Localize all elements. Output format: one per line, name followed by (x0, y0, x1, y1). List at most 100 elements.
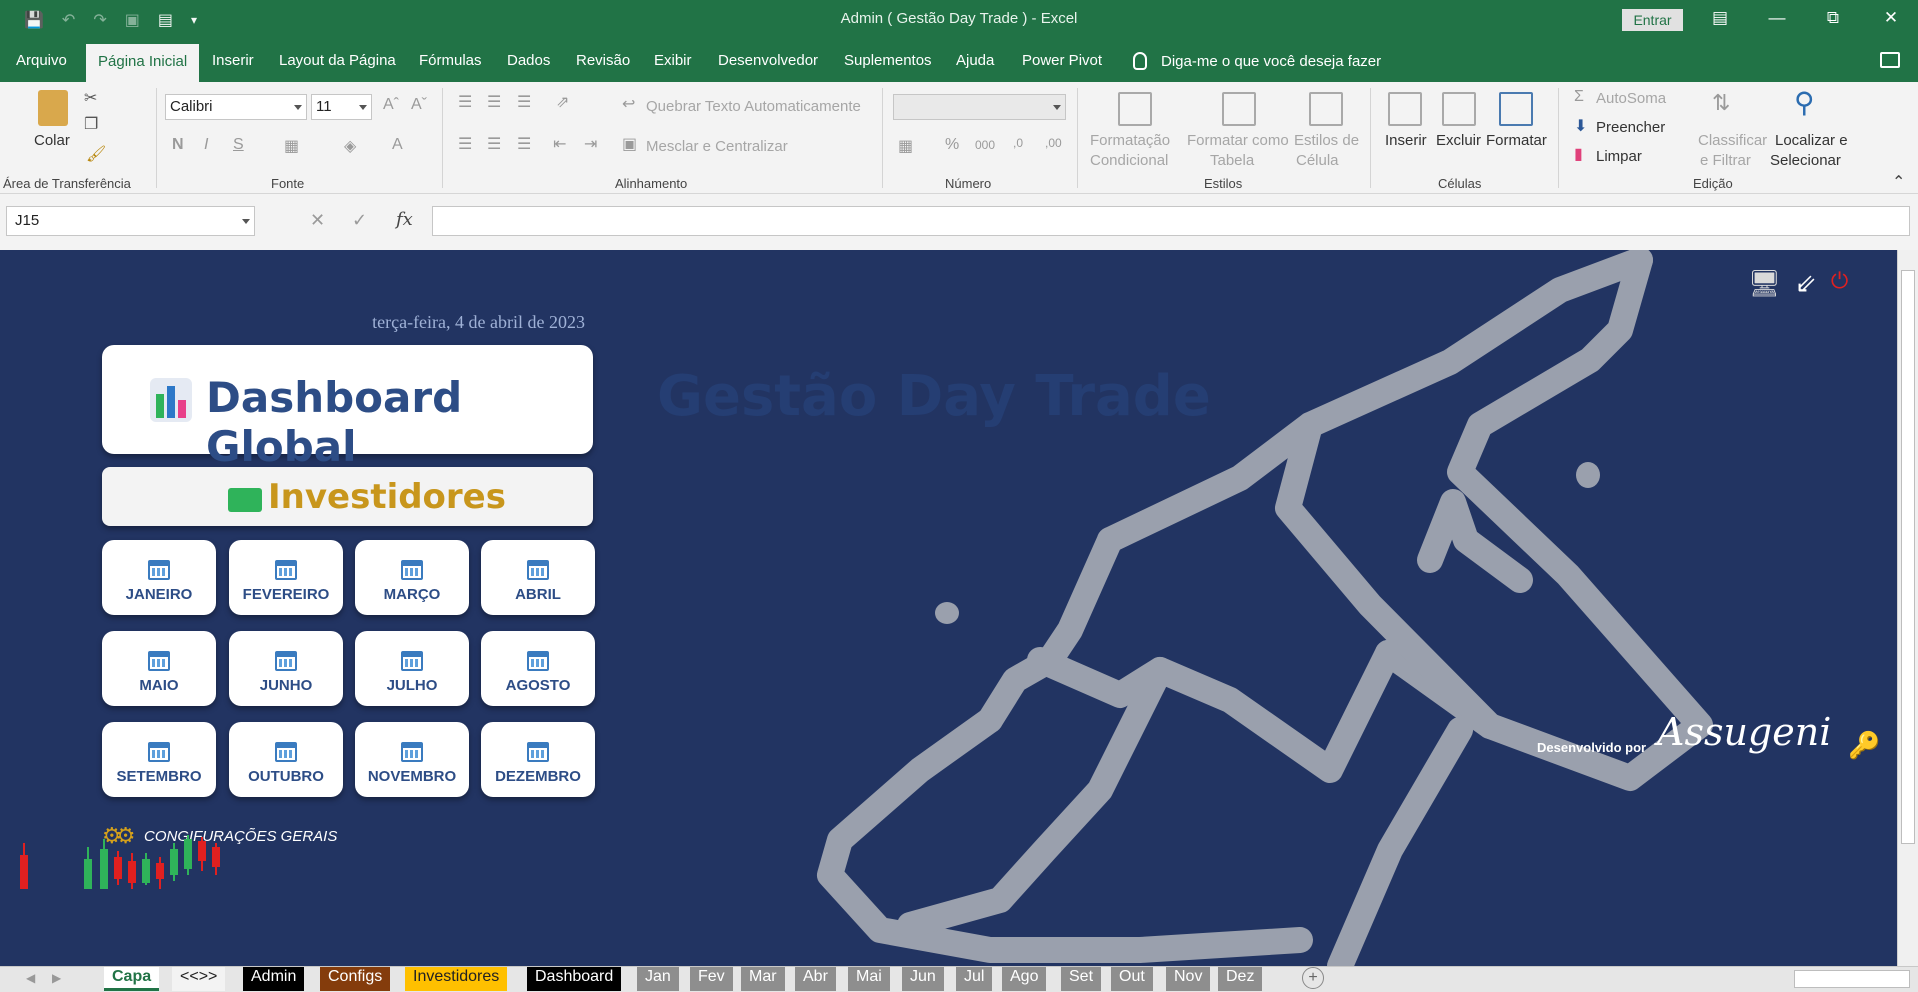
sheet-tab-investidores[interactable]: Investidores (405, 967, 508, 991)
horizontal-scrollbar[interactable] (1794, 970, 1910, 988)
cell-styles-button[interactable]: Estilos de (1294, 132, 1359, 149)
increase-font-icon[interactable]: Aˆ (383, 96, 399, 114)
fill-down-icon[interactable]: ⬇ (1574, 116, 1587, 136)
month-button-abril[interactable]: ABRIL (481, 540, 595, 615)
fill-button[interactable]: Preencher (1596, 119, 1665, 136)
tab-power-pivot[interactable]: Power Pivot (1022, 52, 1102, 69)
scroll-thumb[interactable] (1901, 270, 1915, 844)
sheet-tab-capa[interactable]: Capa (104, 967, 160, 991)
month-button-fevereiro[interactable]: FEVEREIRO (229, 540, 343, 615)
align-bottom-icon[interactable]: ☰ (517, 92, 531, 112)
autosum-button[interactable]: AutoSoma (1596, 90, 1666, 107)
sort-filter-button[interactable]: Classificar (1698, 132, 1767, 149)
align-top-icon[interactable]: ☰ (458, 92, 472, 112)
increase-indent-icon[interactable]: ⇥ (584, 134, 597, 154)
wrap-text-button[interactable]: Quebrar Texto Automaticamente (646, 98, 861, 115)
name-box[interactable]: J15 (6, 206, 255, 236)
formula-input[interactable] (432, 206, 1910, 236)
font-color-icon[interactable]: A (392, 136, 403, 154)
month-button-julho[interactable]: JULHO (355, 631, 469, 706)
ribbon-display-icon[interactable]: ▤ (1705, 8, 1735, 28)
add-sheet-icon[interactable]: + (1302, 967, 1324, 989)
next-sheet-icon[interactable]: ▶ (52, 971, 61, 985)
orientation-icon[interactable]: ⇗ (556, 92, 569, 112)
bold-icon[interactable]: N (172, 136, 184, 154)
wrap-text-icon[interactable]: ↩ (622, 94, 635, 114)
month-button-janeiro[interactable]: JANEIRO (102, 540, 216, 615)
percent-icon[interactable]: % (945, 136, 959, 154)
align-right-icon[interactable]: ☰ (517, 134, 531, 154)
tab-ajuda[interactable]: Ajuda (956, 52, 994, 69)
paste-icon[interactable] (38, 90, 68, 126)
conditional-format-button[interactable]: Formatação (1090, 132, 1170, 149)
monitor-icon[interactable]: 🖥 (1748, 268, 1781, 299)
sheet-tab-abr[interactable]: Abr (795, 967, 836, 991)
month-button-setembro[interactable]: SETEMBRO (102, 722, 216, 797)
copy-icon[interactable]: ❐ (84, 114, 98, 134)
sheet-tab-separator[interactable]: <<>> (172, 967, 226, 991)
sheet-tab-out[interactable]: Out (1111, 967, 1153, 991)
borders-icon[interactable]: ▦ (284, 136, 299, 156)
confirm-entry-icon[interactable]: ✓ (352, 210, 367, 231)
format-cells-button[interactable]: Formatar (1486, 132, 1547, 149)
shrink-arrow-icon[interactable]: ⇙ (1795, 268, 1817, 299)
vertical-scrollbar[interactable] (1897, 250, 1918, 966)
sign-in-button[interactable]: Entrar (1622, 9, 1683, 31)
decrease-indent-icon[interactable]: ⇤ (553, 134, 566, 154)
underline-icon[interactable]: S (233, 136, 244, 154)
align-center-icon[interactable]: ☰ (487, 134, 501, 154)
font-name-select[interactable]: Calibri (165, 94, 307, 120)
minimize-icon[interactable]: — (1762, 8, 1792, 28)
decrease-font-icon[interactable]: Aˇ (411, 96, 427, 114)
sheet-tab-mai[interactable]: Mai (848, 967, 890, 991)
delete-cells-button[interactable]: Excluir (1436, 132, 1481, 149)
investidores-button[interactable]: Investidores (102, 467, 593, 526)
month-button-maio[interactable]: MAIO (102, 631, 216, 706)
month-button-junho[interactable]: JUNHO (229, 631, 343, 706)
tab-desenvolvedor[interactable]: Desenvolvedor (718, 52, 818, 69)
tab-arquivo[interactable]: Arquivo (16, 52, 67, 69)
sheet-tab-mar[interactable]: Mar (741, 967, 785, 991)
sheet-tab-dez[interactable]: Dez (1218, 967, 1263, 991)
fill-color-icon[interactable]: ◈ (344, 136, 356, 156)
number-format-select[interactable] (893, 94, 1066, 120)
tab-formulas[interactable]: Fórmulas (419, 52, 482, 69)
sheet-tab-nov[interactable]: Nov (1166, 967, 1211, 991)
tab-suplementos[interactable]: Suplementos (844, 52, 932, 69)
format-painter-icon[interactable]: 🖌 (86, 144, 106, 164)
sheet-tab-set[interactable]: Set (1061, 967, 1102, 991)
sheet-tab-admin[interactable]: Admin (243, 967, 305, 991)
align-left-icon[interactable]: ☰ (458, 134, 472, 154)
sheet-tab-dashboard[interactable]: Dashboard (527, 967, 622, 991)
close-icon[interactable]: ✕ (1876, 8, 1906, 28)
sheet-tab-fev[interactable]: Fev (690, 967, 733, 991)
month-button-outubro[interactable]: OUTUBRO (229, 722, 343, 797)
merge-center-button[interactable]: Mesclar e Centralizar (646, 138, 788, 155)
month-button-marco[interactable]: MARÇO (355, 540, 469, 615)
sheet-tab-jun[interactable]: Jun (902, 967, 944, 991)
tab-dados[interactable]: Dados (507, 52, 550, 69)
sheet-tab-configs[interactable]: Configs (320, 967, 391, 991)
sheet-tab-jan[interactable]: Jan (637, 967, 679, 991)
month-button-novembro[interactable]: NOVEMBRO (355, 722, 469, 797)
cancel-entry-icon[interactable]: ✕ (310, 210, 325, 231)
decrease-decimal-icon[interactable]: ,00 (1045, 136, 1062, 150)
tab-exibir[interactable]: Exibir (654, 52, 692, 69)
tab-layout-da-pagina[interactable]: Layout da Página (279, 52, 396, 69)
tab-pagina-inicial[interactable]: Página Inicial (86, 44, 200, 82)
sheet-tab-ago[interactable]: Ago (1002, 967, 1047, 991)
month-button-agosto[interactable]: AGOSTO (481, 631, 595, 706)
prev-sheet-icon[interactable]: ◀ (26, 971, 35, 985)
italic-icon[interactable]: I (204, 136, 208, 154)
increase-decimal-icon[interactable]: ,0 (1013, 136, 1023, 150)
thousands-icon[interactable]: 000 (975, 138, 995, 152)
autosum-icon[interactable]: Σ (1574, 88, 1584, 106)
find-select-button[interactable]: Localizar e (1775, 132, 1848, 149)
format-as-table-button[interactable]: Formatar como (1187, 132, 1289, 149)
comments-icon[interactable] (1880, 52, 1900, 68)
cut-icon[interactable]: ✂ (84, 88, 97, 108)
insert-function-icon[interactable]: fx (396, 209, 413, 230)
power-icon[interactable]: ⏻ (1831, 268, 1848, 299)
eraser-icon[interactable]: ▮ (1574, 144, 1583, 164)
sheet-tab-jul[interactable]: Jul (956, 967, 993, 991)
